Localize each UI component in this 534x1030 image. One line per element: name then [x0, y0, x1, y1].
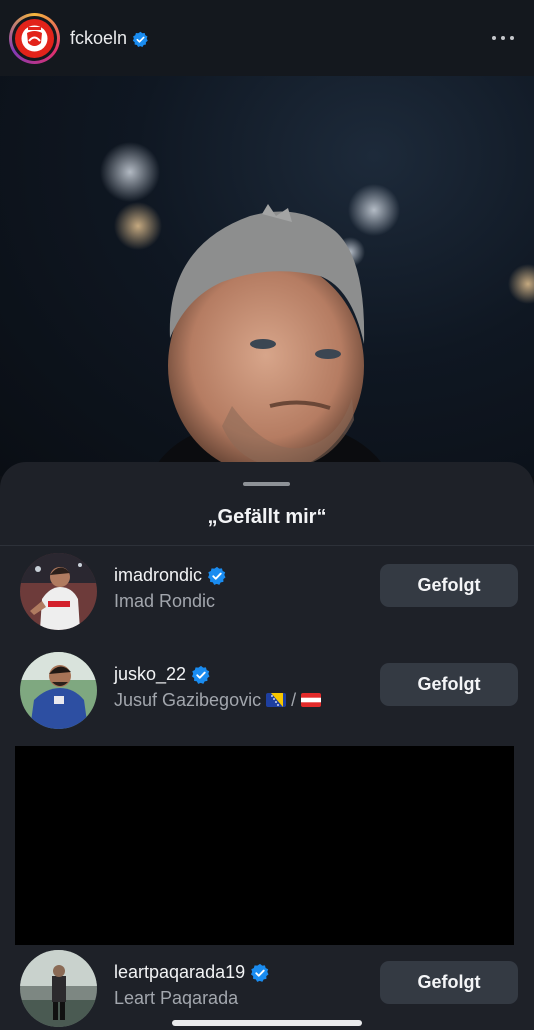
avatar[interactable] — [20, 652, 97, 729]
home-indicator[interactable] — [172, 1020, 362, 1026]
sheet-divider — [0, 545, 534, 546]
username-text[interactable]: jusko_22 — [114, 664, 186, 684]
list-item[interactable]: jusko_22 Jusuf Gazibegovic / Gefolgt — [0, 652, 534, 732]
bosnia-flag-icon — [266, 693, 287, 707]
verified-badge-icon — [251, 964, 269, 983]
full-name: Leart Paqarada — [114, 988, 239, 1008]
full-name-text: Jusuf Gazibegovic — [114, 690, 262, 710]
club-logo-icon — [15, 19, 54, 58]
coach-portrait-image — [100, 142, 534, 476]
club-crest-icon — [21, 25, 48, 52]
sheet-title: „Gefällt mir“ — [207, 506, 327, 528]
flag-separator: / — [291, 690, 297, 710]
username-text[interactable]: fckoeln — [70, 28, 127, 48]
avatar[interactable] — [20, 553, 97, 630]
redacted-block — [15, 746, 514, 945]
username-text[interactable]: imadrondic — [114, 565, 202, 585]
profile-avatar[interactable] — [9, 13, 60, 64]
post-header: fckoeln — [0, 0, 534, 76]
austria-flag-icon — [301, 693, 322, 707]
username-text[interactable]: leartpaqarada19 — [114, 962, 245, 982]
row-username[interactable]: leartpaqarada19 — [114, 962, 270, 983]
following-button[interactable]: Gefolgt — [380, 564, 518, 607]
player-photo-icon — [20, 950, 97, 1027]
verified-badge-icon — [132, 31, 148, 47]
verified-badge-icon — [192, 666, 210, 685]
list-item[interactable]: leartpaqarada19 Leart Paqarada Gefolgt — [0, 950, 534, 1030]
sheet-drag-handle[interactable] — [243, 482, 290, 486]
more-options-icon[interactable] — [490, 28, 516, 48]
row-username[interactable]: imadrondic — [114, 565, 227, 586]
full-name: Jusuf Gazibegovic / — [114, 690, 322, 711]
following-button[interactable]: Gefolgt — [380, 961, 518, 1004]
following-button[interactable]: Gefolgt — [380, 663, 518, 706]
row-username[interactable]: jusko_22 — [114, 664, 211, 685]
post-photo[interactable] — [0, 76, 534, 476]
post-username[interactable]: fckoeln — [70, 28, 149, 49]
avatar-ring-gap — [12, 16, 57, 61]
avatar[interactable] — [20, 950, 97, 1027]
player-photo-icon — [20, 553, 97, 630]
list-item[interactable]: imadrondic Imad Rondic Gefolgt — [0, 553, 534, 633]
player-photo-icon — [20, 652, 97, 729]
verified-badge-icon — [208, 567, 226, 586]
full-name: Imad Rondic — [114, 591, 216, 611]
